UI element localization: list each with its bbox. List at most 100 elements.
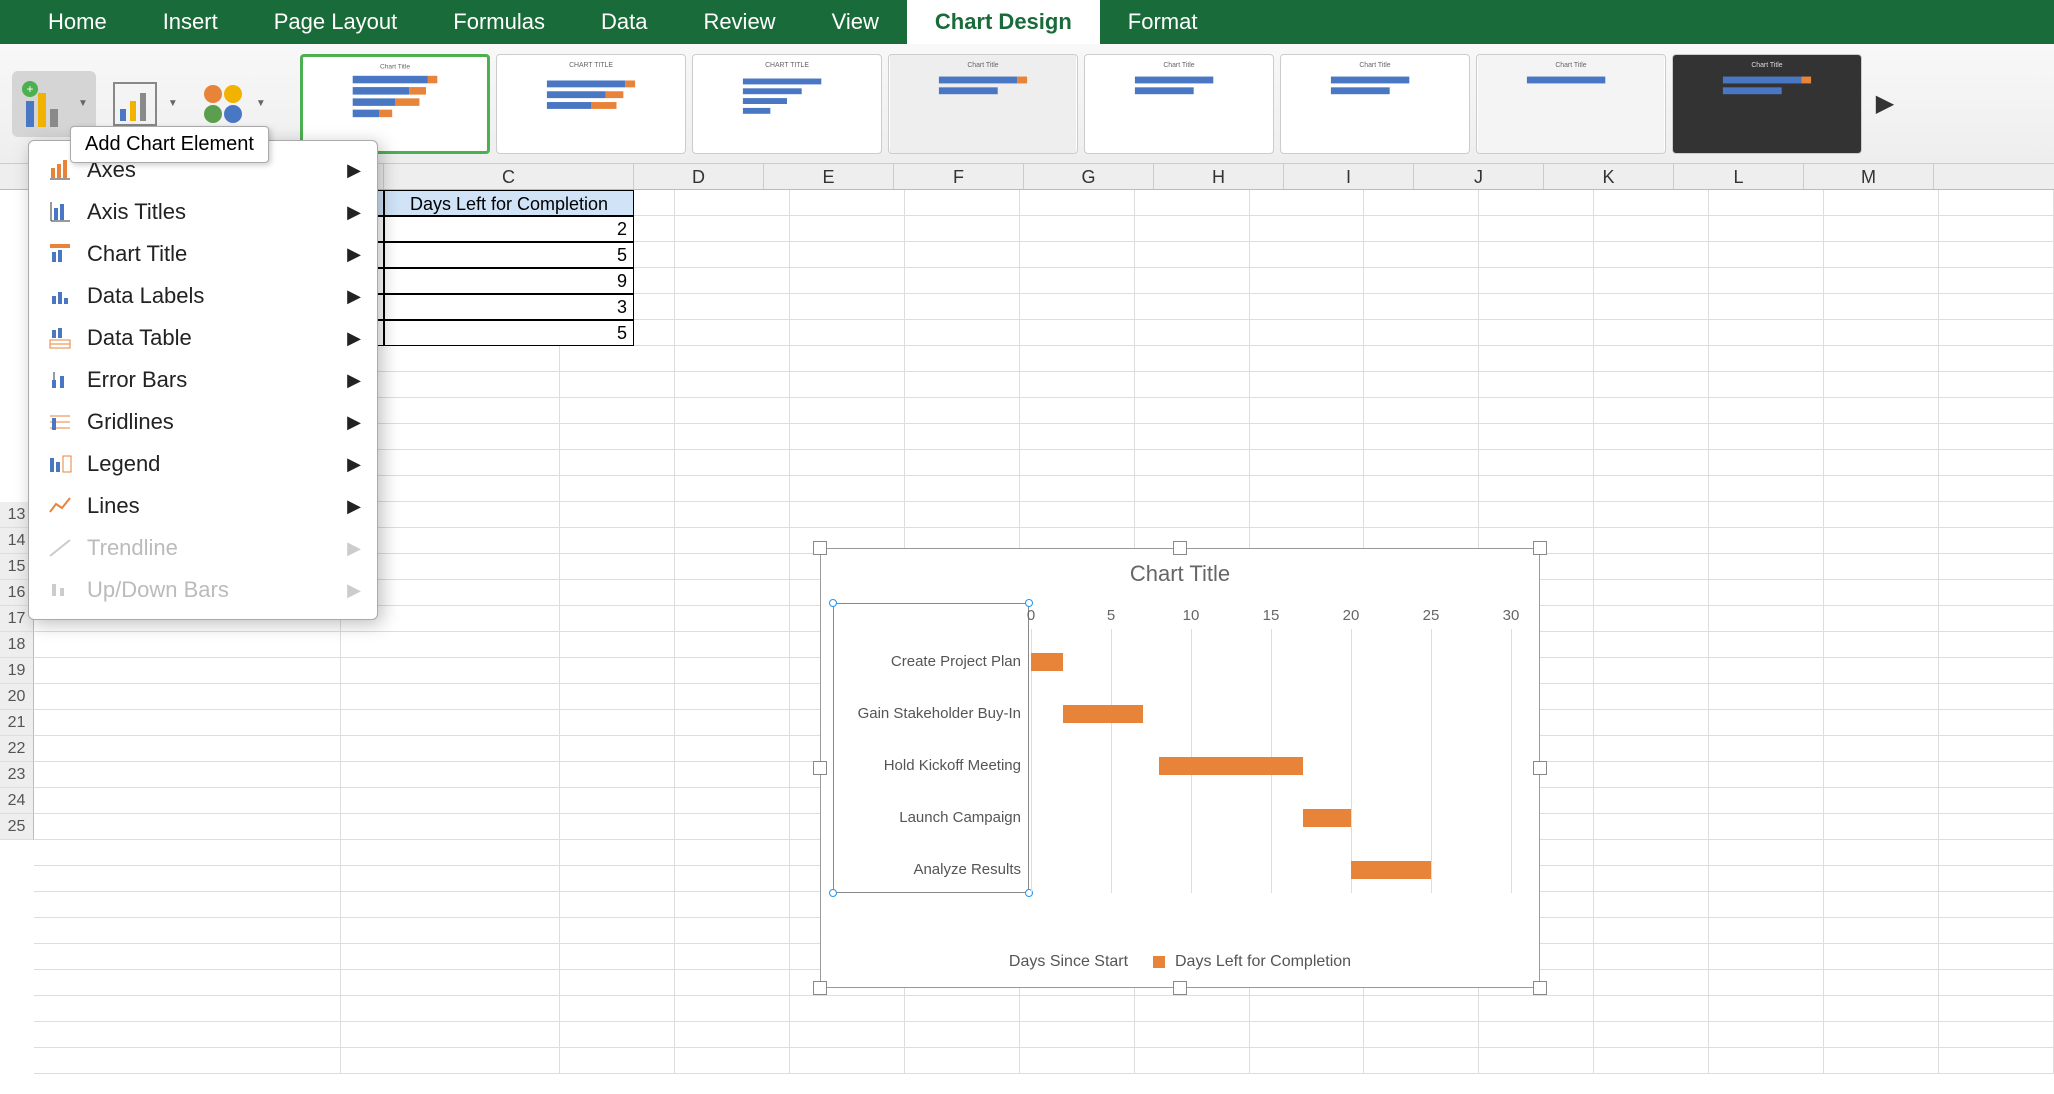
svg-text:Chart Title: Chart Title [1555,61,1586,68]
legend-entry[interactable]: Days Since Start [1009,953,1128,970]
table-cell[interactable]: 5 [384,242,634,268]
column-header[interactable]: C [384,164,634,189]
menu-item-error-bars[interactable]: Error Bars ▶ [29,359,377,401]
chart-title-icon [47,241,73,267]
data-bar[interactable] [1063,705,1143,723]
legend-icon [47,451,73,477]
chart-style-6[interactable]: Chart Title [1280,54,1470,154]
row-header[interactable]: 23 [0,762,34,788]
table-header-cell[interactable]: Days Left for Completion [384,190,634,216]
category-label: Hold Kickoff Meeting [821,757,1021,774]
add-chart-element-menu: Axes ▶ Axis Titles ▶ Chart Title ▶ Data … [28,140,378,620]
resize-handle[interactable] [813,981,827,995]
chevron-right-icon: ▶ [347,160,361,181]
row-header[interactable]: 25 [0,814,34,840]
menu-item-gridlines[interactable]: Gridlines ▶ [29,401,377,443]
style-gallery-more-button[interactable]: ▶ [1868,89,1902,118]
tab-view[interactable]: View [804,0,907,45]
table-cell[interactable]: 3 [384,294,634,320]
column-header[interactable]: D [634,164,764,189]
add-chart-element-icon: + [20,79,70,129]
resize-handle[interactable] [829,599,837,607]
chart-style-5[interactable]: Chart Title [1084,54,1274,154]
menu-item-label: Legend [87,451,160,477]
trendline-icon [47,535,73,561]
menu-item-axis-titles[interactable]: Axis Titles ▶ [29,191,377,233]
plot-area-selection[interactable] [833,603,1029,893]
legend-swatch-icon [1153,956,1165,968]
tab-review[interactable]: Review [675,0,803,45]
chart-style-1[interactable]: Chart Title [300,54,490,154]
column-header[interactable]: M [1804,164,1934,189]
table-cell[interactable]: 9 [384,268,634,294]
column-header[interactable]: I [1284,164,1414,189]
tab-data[interactable]: Data [573,0,675,45]
resize-handle[interactable] [1533,541,1547,555]
legend-entry[interactable]: Days Left for Completion [1175,953,1351,970]
chart-style-2[interactable]: CHART TITLE [496,54,686,154]
chart-style-3[interactable]: CHART TITLE [692,54,882,154]
row-header[interactable]: 24 [0,788,34,814]
column-header[interactable]: G [1024,164,1154,189]
svg-text:Chart Title: Chart Title [380,63,410,70]
column-header[interactable]: J [1414,164,1544,189]
tab-page-layout[interactable]: Page Layout [246,0,426,45]
tab-home[interactable]: Home [20,0,135,45]
row-header[interactable]: 20 [0,684,34,710]
chevron-right-icon: ▶ [347,496,361,517]
chevron-right-icon: ▶ [347,412,361,433]
column-header[interactable]: K [1544,164,1674,189]
chevron-down-icon: ▼ [168,98,178,109]
column-header[interactable]: E [764,164,894,189]
row-header[interactable]: 19 [0,658,34,684]
category-label: Launch Campaign [821,809,1021,826]
chart-legend[interactable]: Days Since Start Days Left for Completio… [821,953,1539,971]
data-bar[interactable] [1351,861,1431,879]
row-header[interactable]: 21 [0,710,34,736]
table-cell[interactable]: 5 [384,320,634,346]
svg-text:+: + [26,82,33,96]
resize-handle[interactable] [813,541,827,555]
menu-item-chart-title[interactable]: Chart Title ▶ [29,233,377,275]
resize-handle[interactable] [829,889,837,897]
axes-icon [47,157,73,183]
table-cell[interactable]: 2 [384,216,634,242]
resize-handle[interactable] [1025,599,1033,607]
tab-insert[interactable]: Insert [135,0,246,45]
chevron-down-icon: ▼ [78,98,88,109]
menu-item-trendline: Trendline ▶ [29,527,377,569]
tab-format[interactable]: Format [1100,0,1226,45]
row-header[interactable]: 22 [0,736,34,762]
column-header[interactable]: L [1674,164,1804,189]
chart-style-7[interactable]: Chart Title [1476,54,1666,154]
axis-titles-icon [47,199,73,225]
menu-item-legend[interactable]: Legend ▶ [29,443,377,485]
plot-area[interactable]: 051015202530Create Project PlanGain Stak… [1031,607,1511,893]
menu-item-lines[interactable]: Lines ▶ [29,485,377,527]
svg-text:Chart Title: Chart Title [1751,61,1782,68]
embedded-chart[interactable]: Chart Title 051015202530Create Project P… [820,548,1540,988]
tab-formulas[interactable]: Formulas [425,0,573,45]
data-bar[interactable] [1159,757,1303,775]
resize-handle[interactable] [1533,761,1547,775]
menu-item-data-labels[interactable]: Data Labels ▶ [29,275,377,317]
column-header[interactable]: H [1154,164,1284,189]
resize-handle[interactable] [1173,541,1187,555]
row-header[interactable]: 18 [0,632,34,658]
chart-style-8[interactable]: Chart Title [1672,54,1862,154]
chevron-right-icon: ▶ [347,202,361,223]
data-bar[interactable] [1303,809,1351,827]
menu-item-label: Axis Titles [87,199,186,225]
menu-item-label: Trendline [87,535,178,561]
data-bar[interactable] [1031,653,1063,671]
menu-item-label: Up/Down Bars [87,577,229,603]
menu-item-label: Gridlines [87,409,174,435]
column-header[interactable]: F [894,164,1024,189]
tab-chart-design[interactable]: Chart Design [907,0,1100,45]
menu-item-data-table[interactable]: Data Table ▶ [29,317,377,359]
gridlines-icon [47,409,73,435]
chevron-right-icon: ▶ [347,328,361,349]
resize-handle[interactable] [1533,981,1547,995]
chart-style-4[interactable]: Chart Title [888,54,1078,154]
resize-handle[interactable] [1173,981,1187,995]
